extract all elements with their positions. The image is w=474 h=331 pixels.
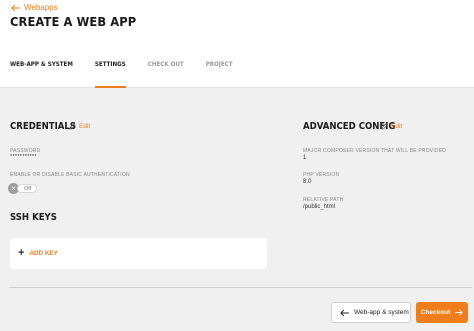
arrow-left-icon xyxy=(340,309,349,316)
pencil-icon xyxy=(69,123,76,130)
credentials-edit-label: Edit xyxy=(79,123,91,130)
page-header: Webapps CREATE A WEB APP WEB-APP & SYSTE… xyxy=(0,0,474,88)
basic-auth-toggle[interactable]: × Off xyxy=(8,183,38,194)
plus-icon: + xyxy=(18,247,25,259)
relative-path-value: /public_html xyxy=(303,204,336,210)
back-to-webapps-link[interactable]: Webapps xyxy=(11,3,58,12)
back-link-label: Webapps xyxy=(24,3,58,12)
php-version-value: 8.0 xyxy=(303,179,312,185)
pencil-icon xyxy=(381,123,388,130)
add-ssh-key-button[interactable]: + ADD KEY xyxy=(10,238,267,269)
tab-web-app-system[interactable]: WEB-APP & SYSTEM xyxy=(10,60,73,88)
basic-auth-label: ENABLE OR DISABLE BASIC AUTHENTICATION xyxy=(10,172,130,178)
add-key-label: ADD KEY xyxy=(29,250,58,257)
tab-bar: WEB-APP & SYSTEM SETTINGS CHECK OUT PROJ… xyxy=(10,60,233,88)
back-button-label: Web-app & system xyxy=(354,309,409,316)
composer-version-value: 1 xyxy=(303,155,307,161)
php-version-label: PHP VERSION xyxy=(303,172,340,178)
toggle-state-label: Off xyxy=(17,184,38,193)
arrow-right-icon xyxy=(455,309,463,316)
checkout-button[interactable]: Checkout xyxy=(416,302,468,323)
tab-project[interactable]: PROJECT xyxy=(206,60,233,88)
tab-check-out[interactable]: CHECK OUT xyxy=(148,60,184,88)
footer-divider xyxy=(10,287,472,288)
advanced-config-edit-link[interactable]: Edit xyxy=(381,123,402,130)
credentials-title: CREDENTIALS xyxy=(10,121,77,132)
checkout-button-label: Checkout xyxy=(420,309,451,316)
composer-version-label: MAJOR COMPOSER VERSION THAT WILL BE PROV… xyxy=(303,148,447,154)
back-web-app-system-button[interactable]: Web-app & system xyxy=(331,302,411,323)
page-title: CREATE A WEB APP xyxy=(10,14,137,29)
tab-settings[interactable]: SETTINGS xyxy=(94,60,126,88)
credentials-edit-link[interactable]: Edit xyxy=(69,123,90,130)
arrow-left-icon xyxy=(11,4,20,11)
ssh-keys-title: SSH KEYS xyxy=(10,212,57,223)
advanced-config-edit-label: Edit xyxy=(391,123,403,130)
password-value: *********** xyxy=(10,154,37,160)
relative-path-label: RELATIVE PATH xyxy=(303,197,344,203)
